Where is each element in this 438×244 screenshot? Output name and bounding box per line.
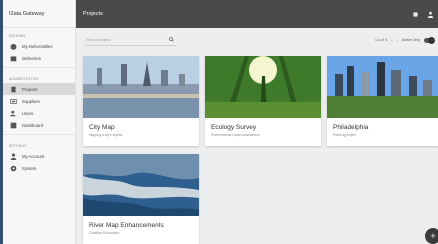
sidebar-item-my-deliverables[interactable]: My Deliverables — [3, 40, 75, 52]
sidebar-item-suppliers[interactable]: Suppliers — [3, 95, 75, 107]
project-subtitle: Planning project — [333, 133, 356, 137]
notification-icon[interactable] — [412, 5, 419, 23]
plus-icon: + — [430, 231, 436, 241]
section-label-gateway: GATEWAY — [9, 34, 26, 38]
project-subtitle: Environmental impact assessment — [211, 133, 260, 137]
sidebar-item-label: Dashboard — [22, 122, 44, 128]
add-project-button[interactable]: + — [425, 228, 438, 244]
project-card-city-map[interactable]: City Map Mapping a city's skyline — [83, 56, 199, 146]
project-title: River Map Enhancements — [89, 222, 164, 229]
project-card-river-map-enhancements[interactable]: River Map Enhancements Coastline Encount… — [83, 154, 199, 244]
project-image — [205, 56, 321, 118]
sidebar-item-label: Projects — [22, 86, 38, 92]
next-page-icon[interactable]: › — [396, 38, 397, 43]
project-title: Philadelphia — [333, 124, 369, 131]
sidebar-item-label: System — [22, 165, 37, 171]
section-label-administration: ADMINISTRATION — [9, 77, 39, 81]
sidebar-item-users[interactable]: Users — [3, 107, 75, 119]
project-title: City Map — [89, 124, 115, 131]
active-only-label: Active Only — [401, 38, 420, 42]
top-bar: Projects — [76, 0, 438, 28]
project-subtitle: Coastline Encounters — [89, 231, 120, 235]
project-image — [327, 56, 438, 118]
page-title: Projects — [83, 11, 103, 17]
sidebar-item-label: Users — [22, 110, 34, 116]
project-title: Ecology Survey — [211, 124, 257, 131]
dashboard-icon — [9, 121, 17, 129]
box-icon — [9, 54, 17, 62]
supplier-icon — [9, 97, 17, 105]
sidebar-item-system[interactable]: System — [3, 162, 75, 174]
divider — [3, 67, 75, 68]
project-image — [83, 56, 199, 118]
sidebar-item-label: Deliveries — [22, 55, 41, 61]
project-image — [83, 154, 199, 216]
project-subtitle: Mapping a city's skyline — [89, 133, 123, 137]
sidebar-item-projects[interactable]: Projects — [3, 83, 75, 95]
box-icon — [9, 42, 17, 50]
sidebar-item-label: Suppliers — [22, 98, 40, 104]
filter-bar: Find a project 1-4 of 4 ‹ › Active Only — [76, 28, 438, 52]
project-card-ecology-survey[interactable]: Ecology Survey Environmental impact asse… — [205, 56, 321, 146]
sidebar: I2ata Gateway GATEWAY My Deliverables De… — [3, 0, 76, 244]
search-icon[interactable] — [169, 36, 174, 43]
folder-icon — [9, 85, 17, 93]
users-icon — [9, 109, 17, 117]
section-label-settings: SETTINGS — [9, 144, 27, 148]
account-icon[interactable] — [427, 5, 434, 23]
sidebar-item-label: My Deliverables — [22, 43, 53, 49]
person-icon — [9, 152, 17, 160]
pager-text: 1-4 of 4 — [374, 38, 388, 42]
divider — [3, 134, 75, 135]
sidebar-item-dashboard[interactable]: Dashboard — [3, 119, 75, 131]
app-name: I2ata Gateway — [3, 0, 75, 28]
pager: 1-4 of 4 ‹ › Active Only — [374, 36, 435, 44]
search-input[interactable]: Find a project — [84, 34, 176, 46]
sidebar-item-label: My Account — [22, 153, 45, 159]
prev-page-icon[interactable]: ‹ — [391, 38, 392, 43]
gear-icon — [9, 164, 17, 172]
project-card-philadelphia[interactable]: Philadelphia Planning project — [327, 56, 438, 146]
search-placeholder: Find a project — [86, 37, 111, 42]
sidebar-item-deliveries[interactable]: Deliveries — [3, 52, 75, 64]
active-only-toggle[interactable] — [424, 36, 435, 44]
sidebar-item-my-account[interactable]: My Account — [3, 150, 75, 162]
